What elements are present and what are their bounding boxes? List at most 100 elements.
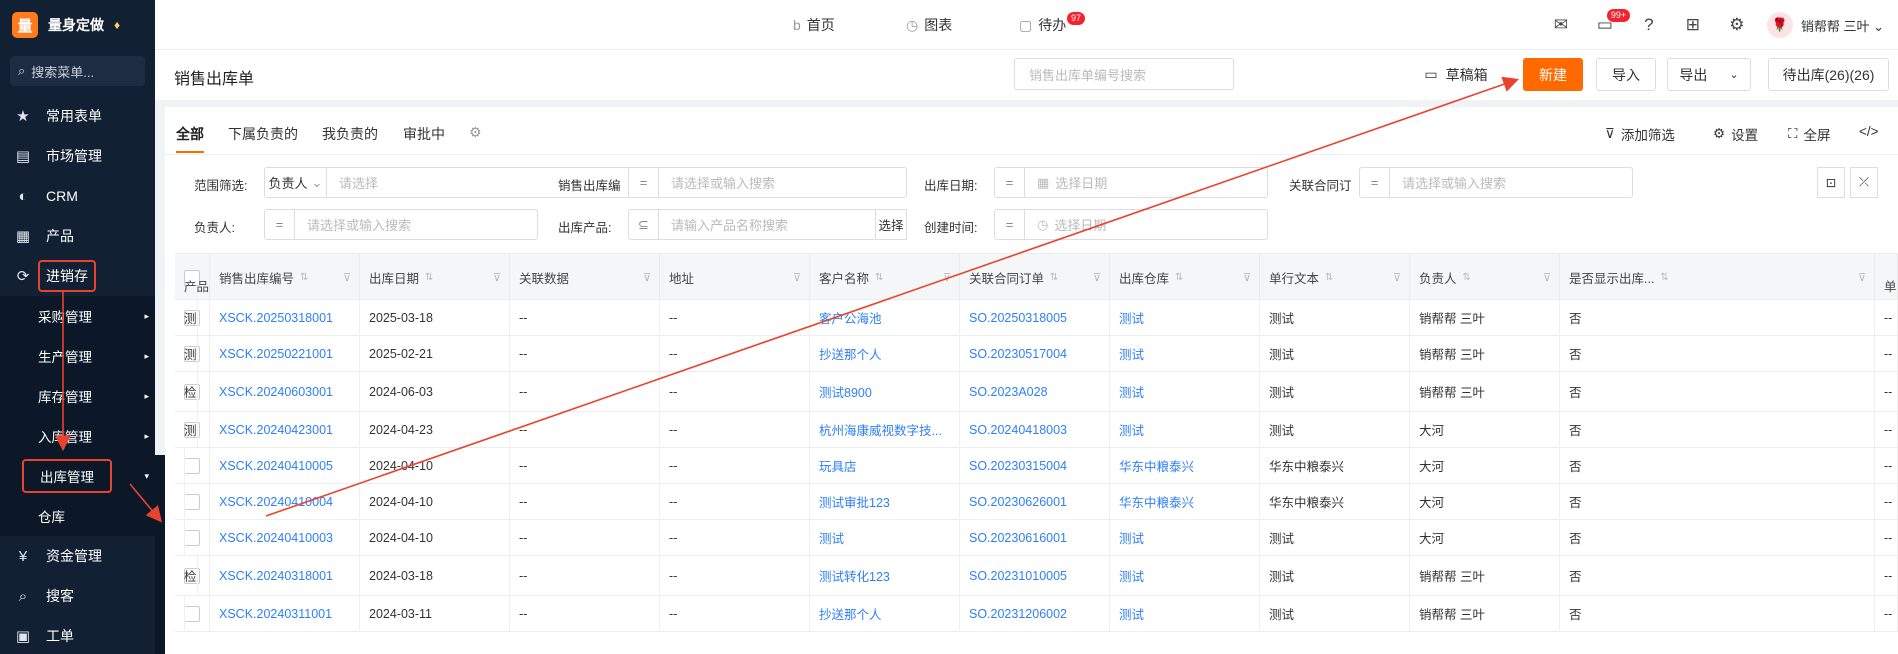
table-cell[interactable]: 测试 bbox=[1110, 300, 1260, 335]
apps-grid-icon[interactable]: ⊞ bbox=[1671, 15, 1715, 35]
table-cell[interactable]: 测试 bbox=[1110, 596, 1260, 631]
sidebar-sub-item-1[interactable]: 生产管理 ▸ bbox=[0, 336, 155, 376]
equals-operator[interactable]: = bbox=[995, 168, 1025, 197]
gear-icon[interactable]: ⚙ bbox=[1715, 15, 1759, 35]
column-filter-icon[interactable]: ⊽ bbox=[793, 271, 801, 284]
table-cell[interactable]: 测试 bbox=[1110, 372, 1260, 411]
column-filter-icon[interactable]: ⊽ bbox=[643, 271, 651, 284]
sidebar-item-4[interactable]: ⟳ 进销存 bbox=[0, 256, 155, 296]
column-filter-icon[interactable]: ⊽ bbox=[343, 271, 351, 284]
table-cell[interactable]: SO.20230315004 bbox=[960, 448, 1110, 483]
table-cell[interactable]: 测试转化123 bbox=[810, 556, 960, 595]
product-select-button[interactable]: 选择 bbox=[875, 209, 907, 240]
sidebar-sub-item-5[interactable]: 仓库 bbox=[0, 496, 155, 536]
export-button[interactable]: 导出 ⌄ bbox=[1667, 58, 1751, 91]
table-cell[interactable]: XSCK.20240410003 bbox=[210, 520, 360, 555]
table-cell[interactable]: XSCK.20240410004 bbox=[210, 484, 360, 519]
sidebar-item-2[interactable]: ◐ CRM bbox=[0, 176, 155, 216]
table-row[interactable]: XSCK.20240311001 2024-03-11 -- -- 抄送那个人 SO.20… bbox=[175, 596, 1898, 632]
equals-operator[interactable]: = bbox=[1360, 168, 1390, 197]
pending-outbound-button[interactable]: 待出库(26)(26) bbox=[1768, 58, 1889, 91]
sidebar-item-1[interactable]: ▤ 市场管理 bbox=[0, 136, 155, 176]
column-filter-icon[interactable]: ⊽ bbox=[1858, 271, 1866, 284]
sidebar-sub-item-4[interactable]: 出库管理 ▾ bbox=[0, 456, 155, 496]
tab-mine[interactable]: 我负责的 bbox=[322, 124, 378, 144]
sidebar-sub-item-2[interactable]: 库存管理 ▸ bbox=[0, 376, 155, 416]
column-header-9[interactable]: 是否显示出库... ⇅ ⊽ bbox=[1560, 254, 1875, 301]
column-header-4[interactable]: 客户名称 ⇅ ⊽ bbox=[810, 254, 960, 301]
new-button[interactable]: 新建 bbox=[1523, 58, 1583, 91]
nav-todo[interactable]: ▢ 待办 bbox=[1019, 0, 1066, 50]
table-row[interactable]: XSCK.20240410005 2024-04-10 -- -- 玩具店 SO.2023… bbox=[175, 448, 1898, 484]
column-header-6[interactable]: 出库仓库 ⇅ ⊽ bbox=[1110, 254, 1260, 301]
import-button[interactable]: 导入 bbox=[1596, 58, 1656, 91]
table-cell[interactable]: SO.20240418003 bbox=[960, 412, 1110, 447]
user-name[interactable]: 销帮帮 三叶 ⌄ bbox=[1801, 16, 1884, 35]
range-owner-select[interactable]: 负责人 ⌄ bbox=[265, 168, 327, 197]
table-row[interactable]: XSCK.20240603001 2024-06-03 -- -- 测试8900 SO.2… bbox=[175, 372, 1898, 412]
product-filter[interactable]: ⊆ 请输入产品名称搜索 bbox=[628, 209, 876, 240]
table-cell[interactable]: 测试审批123 bbox=[810, 484, 960, 519]
column-filter-icon[interactable]: ⊽ bbox=[493, 271, 501, 284]
tab-approving[interactable]: 审批中 bbox=[403, 124, 445, 144]
code-button[interactable]: </> bbox=[1859, 124, 1879, 139]
order-no-filter[interactable]: = 请选择或输入搜索 bbox=[628, 167, 907, 198]
draft-box-button[interactable]: ▭ 草稿箱 bbox=[1402, 58, 1510, 91]
column-header-5[interactable]: 关联合同订单 ⇅ ⊽ bbox=[960, 254, 1110, 301]
tab-subordinate[interactable]: 下属负责的 bbox=[228, 124, 298, 144]
sidebar-bottom-item-2[interactable]: ▣ 工单 bbox=[0, 616, 155, 654]
table-cell[interactable]: XSCK.20250221001 bbox=[210, 336, 360, 371]
table-cell[interactable]: 测试 bbox=[810, 520, 960, 555]
table-row[interactable]: XSCK.20240410003 2024-04-10 -- -- 测试 SO.20230… bbox=[175, 520, 1898, 556]
column-header-0[interactable]: 销售出库编号 ⇅ ⊽ bbox=[210, 254, 360, 301]
mail-icon[interactable]: ✉ bbox=[1539, 15, 1583, 35]
table-cell[interactable]: XSCK.20240318001 bbox=[210, 556, 360, 595]
column-filter-icon[interactable]: ⊽ bbox=[1393, 271, 1401, 284]
table-cell[interactable]: 华东中粮泰兴 bbox=[1110, 484, 1260, 519]
column-filter-icon[interactable]: ⊽ bbox=[1543, 271, 1551, 284]
nav-charts[interactable]: ◷ 图表 bbox=[906, 0, 952, 50]
date-filter[interactable]: = ▦ 选择日期 bbox=[994, 167, 1268, 198]
column-filter-icon[interactable]: ⊽ bbox=[1243, 271, 1251, 284]
table-cell[interactable]: 测试 bbox=[1110, 520, 1260, 555]
table-cell[interactable]: XSCK.20240311001 bbox=[210, 596, 360, 631]
equals-operator[interactable]: = bbox=[995, 210, 1025, 239]
table-row[interactable]: XSCK.20240410004 2024-04-10 -- -- 测试审批123 SO.… bbox=[175, 484, 1898, 520]
sidebar-bottom-item-0[interactable]: ¥ 资金管理 bbox=[0, 536, 155, 576]
sidebar-sub-item-3[interactable]: 入库管理 ▸ bbox=[0, 416, 155, 456]
column-header-10[interactable]: 单 bbox=[1875, 254, 1898, 301]
table-cell[interactable]: 测试 bbox=[1110, 336, 1260, 371]
menu-search-input[interactable]: ⌕ 搜索菜单... bbox=[10, 56, 145, 86]
order-number-search-input[interactable]: 销售出库单编号搜索 bbox=[1014, 58, 1234, 90]
table-cell[interactable]: 客户公海池 bbox=[810, 300, 960, 335]
table-row[interactable]: XSCK.20240318001 2024-03-18 -- -- 测试转化123 SO.… bbox=[175, 556, 1898, 596]
table-row[interactable]: XSCK.20250221001 2025-02-21 -- -- 抄送那个人 SO.20… bbox=[175, 336, 1898, 372]
settings-button[interactable]: ⚙ 设置 bbox=[1713, 124, 1758, 144]
clear-filter-icon[interactable]: ⤫ bbox=[1850, 167, 1878, 198]
contains-operator[interactable]: ⊆ bbox=[629, 210, 659, 239]
table-cell[interactable]: XSCK.20240423001 bbox=[210, 412, 360, 447]
table-cell[interactable]: SO.20230616001 bbox=[960, 520, 1110, 555]
nav-home[interactable]: b 首页 bbox=[793, 0, 835, 50]
tab-all[interactable]: 全部 bbox=[176, 124, 204, 144]
column-header-2[interactable]: 关联数据 ⊽ bbox=[510, 254, 660, 301]
table-cell[interactable]: SO.20230626001 bbox=[960, 484, 1110, 519]
table-cell[interactable]: 抄送那个人 bbox=[810, 336, 960, 371]
table-cell[interactable]: SO.20231010005 bbox=[960, 556, 1110, 595]
table-cell[interactable]: XSCK.20240603001 bbox=[210, 372, 360, 411]
table-cell[interactable]: 华东中粮泰兴 bbox=[1110, 448, 1260, 483]
table-cell[interactable]: SO.2023A028 bbox=[960, 372, 1110, 411]
column-filter-icon[interactable]: ⊽ bbox=[1093, 271, 1101, 284]
column-header-3[interactable]: 地址 ⊽ bbox=[660, 254, 810, 301]
collapse-filter-icon[interactable]: ⊡ bbox=[1817, 167, 1845, 198]
brand[interactable]: 量 量身定做 ♦ bbox=[0, 0, 155, 50]
table-cell[interactable]: SO.20250318005 bbox=[960, 300, 1110, 335]
column-header-1[interactable]: 出库日期 ⇅ ⊽ bbox=[360, 254, 510, 301]
table-cell[interactable]: SO.20231206002 bbox=[960, 596, 1110, 631]
sidebar-sub-item-0[interactable]: 采购管理 ▸ bbox=[0, 296, 155, 336]
table-row[interactable]: XSCK.20250318001 2025-03-18 -- -- 客户公海池 SO.20… bbox=[175, 300, 1898, 336]
table-cell[interactable]: 测试8900 bbox=[810, 372, 960, 411]
table-cell[interactable]: 测试 bbox=[1110, 556, 1260, 595]
help-icon[interactable]: ? bbox=[1627, 15, 1671, 35]
table-cell[interactable]: 测试 bbox=[1110, 412, 1260, 447]
